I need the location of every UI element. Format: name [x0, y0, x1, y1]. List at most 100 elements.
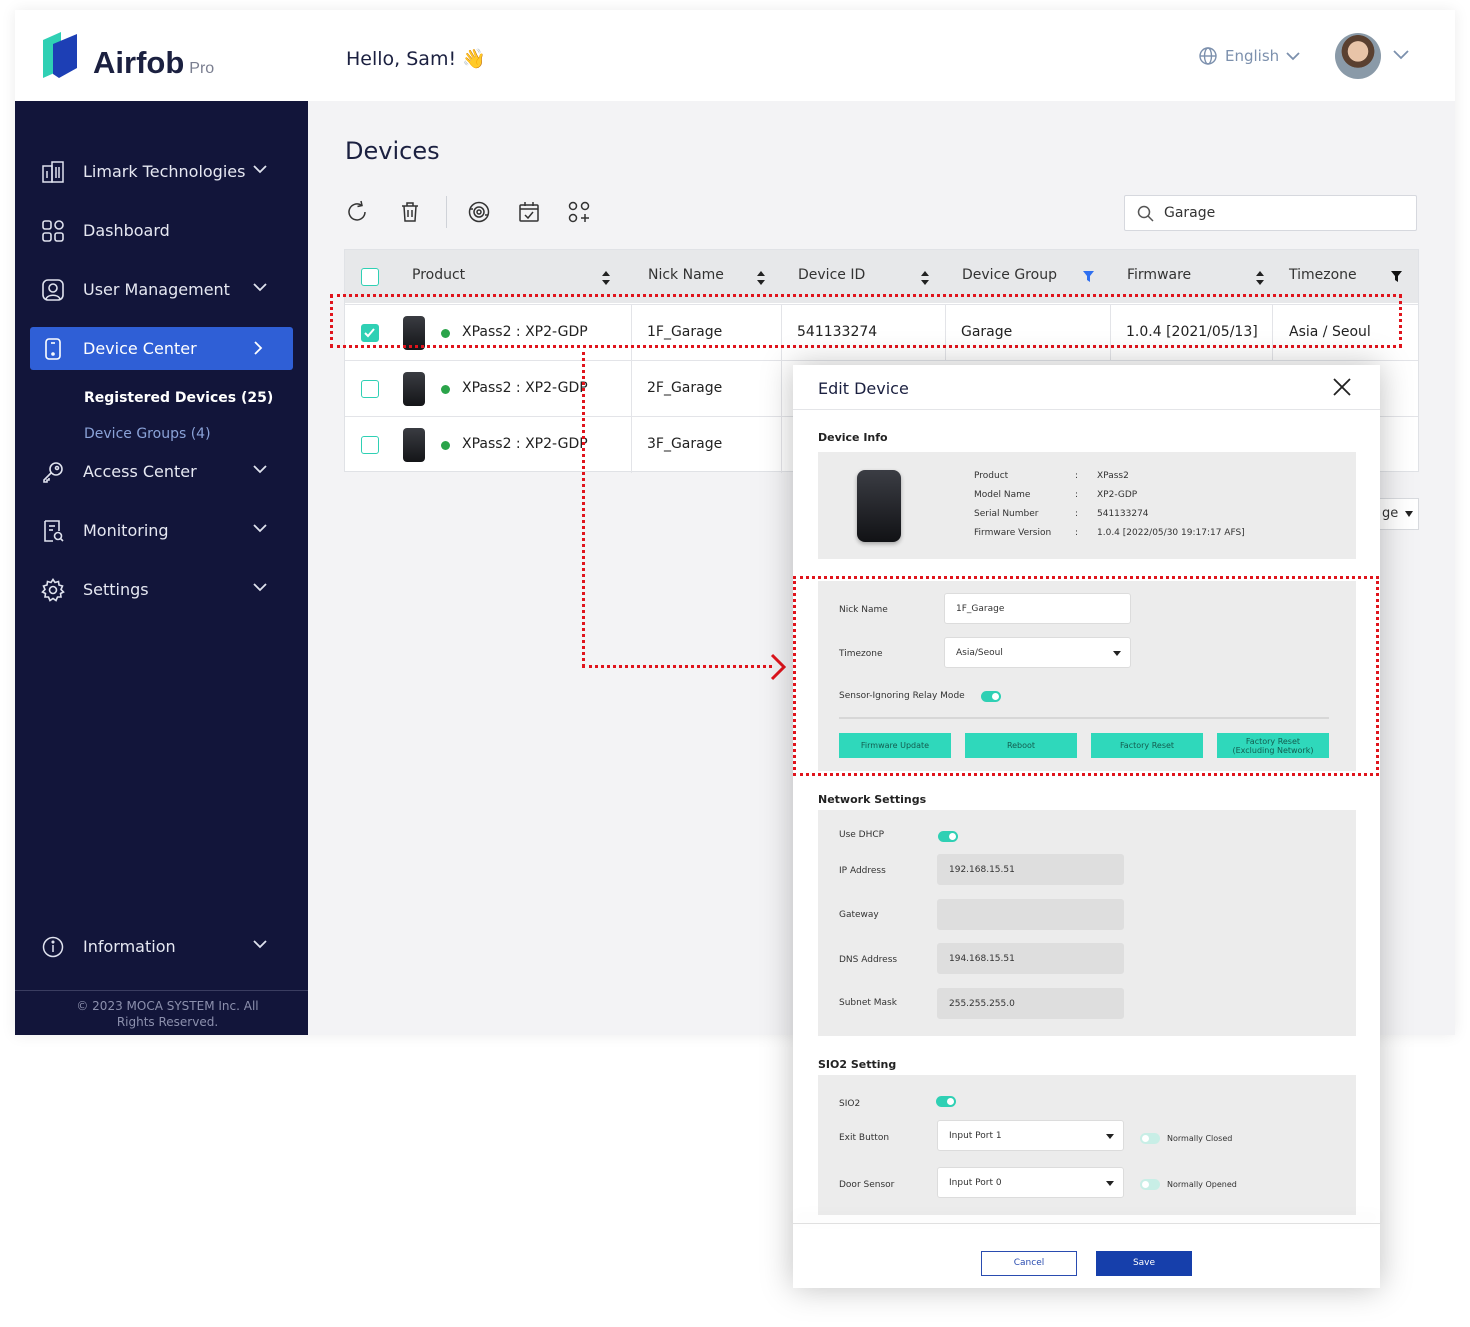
gear-icon: [41, 578, 65, 602]
info-colon: :: [1075, 528, 1079, 538]
cell-divider: [631, 361, 632, 417]
save-button[interactable]: Save: [1096, 1251, 1192, 1276]
network-settings-panel: Use DHCP IP Address 192.168.15.51 Gatewa…: [818, 810, 1356, 1036]
sidebar-item-label: Dashboard: [83, 221, 170, 240]
refresh-icon[interactable]: [345, 200, 369, 224]
sidebar-subitem-registered-devices[interactable]: Registered Devices (25): [84, 390, 273, 406]
copyright-line: Rights Reserved.: [116, 1015, 219, 1029]
sidebar-item-device-center[interactable]: Device Center: [30, 327, 293, 370]
greeting: Hello, Sam! 👋: [346, 48, 486, 70]
status-online-dot: [441, 441, 450, 450]
sidebar-item-settings[interactable]: Settings: [30, 568, 293, 611]
exit-mode-toggle[interactable]: [1140, 1133, 1160, 1144]
row-checkbox[interactable]: [361, 380, 379, 398]
info-value: XP2-GDP: [1097, 490, 1138, 500]
filter-icon[interactable]: [1083, 271, 1094, 282]
sort-icon[interactable]: [756, 270, 766, 286]
page-size-select[interactable]: ge: [1375, 498, 1419, 530]
modal-header-divider: [793, 409, 1380, 410]
sio2-settings-panel: SIO2 Exit Button Input Port 1 Normally C…: [818, 1075, 1356, 1215]
sidebar-item-label: Access Center: [83, 462, 197, 481]
search-icon: [1137, 205, 1154, 222]
arrow-right-icon: [770, 653, 787, 681]
subnet-mask-input[interactable]: 255.255.255.0: [937, 988, 1124, 1019]
copyright-line: © 2023 MOCA SYSTEM Inc. All: [76, 999, 259, 1013]
close-icon[interactable]: [1333, 378, 1351, 396]
door-sensor-select[interactable]: Input Port 0: [937, 1167, 1124, 1198]
caret-down-icon: [1405, 511, 1413, 517]
sidebar-item-monitoring[interactable]: Monitoring: [30, 509, 293, 552]
sidebar-item-label: Limark Technologies: [83, 162, 246, 181]
exit-button-select[interactable]: Input Port 1: [937, 1120, 1124, 1151]
column-header-timezone[interactable]: Timezone: [1289, 267, 1357, 283]
dns-address-label: DNS Address: [839, 955, 898, 965]
brand-tier: Pro: [189, 60, 215, 77]
info-value: 541133274: [1097, 509, 1149, 519]
column-header-nick-name[interactable]: Nick Name: [648, 267, 724, 283]
sidebar-item-label: Settings: [83, 580, 149, 599]
gateway-label: Gateway: [839, 910, 879, 920]
device-thumbnail: [403, 428, 425, 462]
sidebar-subitem-device-groups[interactable]: Device Groups (4): [84, 426, 211, 442]
exit-button-value: Input Port 1: [949, 1131, 1002, 1141]
chevron-down-icon: [1286, 52, 1300, 61]
ip-address-input[interactable]: 192.168.15.51: [937, 854, 1124, 885]
info-colon: :: [1075, 509, 1079, 519]
caret-down-icon: [1106, 1134, 1114, 1139]
apps-add-icon[interactable]: [567, 200, 591, 224]
schedule-icon[interactable]: [517, 200, 541, 224]
door-mode-toggle[interactable]: [1140, 1179, 1160, 1190]
sidebar-item-user-management[interactable]: User Management: [30, 268, 293, 311]
sort-icon[interactable]: [920, 270, 930, 286]
info-label: Model Name: [974, 490, 1031, 500]
sidebar-item-label: Device Center: [83, 339, 197, 358]
status-online-dot: [441, 385, 450, 394]
sort-icon[interactable]: [601, 270, 611, 286]
device-info-panel: Product : XPass2 Model Name : XP2-GDP Se…: [818, 452, 1356, 559]
chevron-down-icon: [253, 165, 267, 174]
delete-icon[interactable]: [398, 200, 422, 224]
toolbar-divider: [446, 196, 447, 228]
column-header-device-id[interactable]: Device ID: [798, 267, 865, 283]
column-header-device-group[interactable]: Device Group: [962, 267, 1057, 283]
user-avatar[interactable]: [1335, 33, 1381, 79]
brand-name: Airfob: [93, 45, 185, 80]
cell-divider: [781, 361, 782, 417]
sync-settings-icon[interactable]: [467, 200, 491, 224]
user-menu-chevron-icon[interactable]: [1393, 50, 1409, 60]
filter-icon[interactable]: [1391, 271, 1402, 282]
brand-logo[interactable]: Airfob Pro: [39, 30, 214, 80]
modal-title: Edit Device: [818, 379, 909, 398]
sort-icon[interactable]: [1255, 270, 1265, 286]
column-header-product[interactable]: Product: [412, 267, 465, 283]
copyright: © 2023 MOCA SYSTEM Inc. All Rights Reser…: [15, 998, 320, 1030]
sio2-toggle[interactable]: [936, 1096, 956, 1107]
sidebar-item-access-center[interactable]: Access Center: [30, 450, 293, 493]
edit-device-modal: Edit Device Device Info Product : XPass2…: [793, 365, 1380, 1288]
info-colon: :: [1075, 490, 1079, 500]
sidebar-item-dashboard[interactable]: Dashboard: [30, 209, 293, 252]
building-icon: [42, 161, 64, 183]
gateway-input[interactable]: [937, 899, 1124, 930]
info-value: XPass2: [1097, 471, 1129, 481]
column-header-firmware[interactable]: Firmware: [1127, 267, 1191, 283]
info-label: Serial Number: [974, 509, 1039, 519]
sidebar-divider: [15, 990, 308, 991]
dns-address-input[interactable]: 194.168.15.51: [937, 943, 1124, 974]
chevron-down-icon: [253, 283, 267, 292]
info-label: Firmware Version: [974, 528, 1052, 538]
cell-product: XPass2 : XP2-GDP: [462, 380, 588, 396]
dhcp-toggle[interactable]: [938, 831, 958, 842]
info-value: 1.0.4 [2022/05/30 19:17:17 AFS]: [1097, 528, 1245, 538]
select-all-checkbox[interactable]: [361, 268, 379, 286]
caret-down-icon: [1106, 1181, 1114, 1186]
sidebar-item-label: Monitoring: [83, 521, 169, 540]
sidebar-item-organization[interactable]: Limark Technologies: [30, 150, 293, 193]
row-checkbox[interactable]: [361, 436, 379, 454]
search-value: Garage: [1164, 205, 1216, 221]
sidebar-item-information[interactable]: Information: [30, 925, 293, 968]
search-input[interactable]: Garage: [1124, 195, 1417, 231]
sidebar-item-label: Information: [83, 937, 176, 956]
language-selector[interactable]: English: [1198, 46, 1300, 66]
cancel-button[interactable]: Cancel: [981, 1251, 1077, 1276]
